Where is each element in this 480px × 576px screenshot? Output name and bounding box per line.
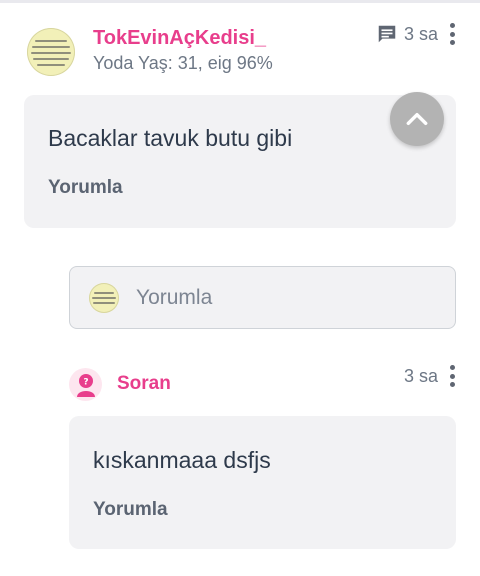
reply-comment-button[interactable]: Yorumla [93,499,168,521]
post-comment-button[interactable]: Yorumla [48,177,123,199]
reply-meta-right: 3 sa [404,362,456,390]
current-user-avatar [89,283,119,313]
chat-bubble-icon[interactable] [376,23,398,45]
top-divider [0,0,480,3]
svg-text:?: ? [83,377,88,387]
reply-text: kıskanmaaa dsfjs [93,447,271,473]
anon-user-glyph: ? [76,373,95,397]
more-vert-icon[interactable] [450,365,456,387]
comment-input[interactable] [134,281,438,315]
scroll-top-button[interactable] [390,92,444,146]
post-time: 3 sa [403,23,438,44]
reply-time: 3 sa [403,365,438,386]
reply-username[interactable]: Soran [117,373,171,395]
more-vert-icon[interactable] [450,23,456,45]
post-text: Bacaklar tavuk butu gibi [48,125,293,151]
post-user-meta: Yoda Yaş: 31, eig 96% [93,53,273,73]
post-meta-right: 3 sa [376,20,456,48]
reply-card: kıskanmaaa dsfjs Yorumla [69,416,456,549]
post-username[interactable]: TokEvinAçKedisi_ [93,27,266,50]
user-avatar[interactable] [27,28,75,76]
comment-box[interactable] [69,266,456,329]
anonymous-woman-icon[interactable]: ? [69,368,102,401]
chevron-up-icon [406,112,428,126]
